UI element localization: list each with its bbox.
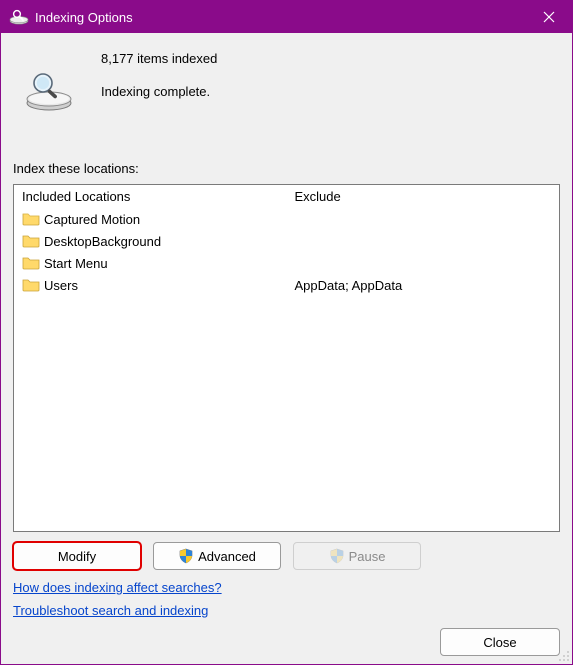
folder-icon	[22, 211, 40, 227]
folder-icon	[22, 277, 40, 293]
indexed-count: 8,177 items indexed	[101, 51, 217, 66]
status-icon	[13, 45, 85, 117]
exclude-cell: AppData; AppData	[295, 274, 552, 296]
shield-icon	[178, 548, 194, 564]
header-included[interactable]: Included Locations	[14, 185, 287, 208]
shield-icon	[329, 548, 345, 564]
exclude-cell	[295, 208, 552, 230]
indexing-options-icon	[9, 9, 29, 25]
list-item-label: Users	[44, 278, 78, 293]
status-area: 8,177 items indexed Indexing complete.	[13, 45, 560, 117]
list-item-label: Captured Motion	[44, 212, 140, 227]
list-headers: Included Locations Exclude	[14, 185, 559, 208]
list-item[interactable]: DesktopBackground	[22, 230, 279, 252]
titlebar: Indexing Options	[1, 1, 572, 33]
help-link-troubleshoot[interactable]: Troubleshoot search and indexing	[13, 603, 208, 618]
client-area: 8,177 items indexed Indexing complete. I…	[1, 33, 572, 664]
window: Indexing Options 8,177 items ind	[0, 0, 573, 665]
list-item[interactable]: Captured Motion	[22, 208, 279, 230]
locations-label: Index these locations:	[13, 161, 560, 176]
list-item-label: Start Menu	[44, 256, 108, 271]
pause-button: Pause	[293, 542, 421, 570]
help-links: How does indexing affect searches? Troub…	[13, 580, 560, 626]
advanced-button[interactable]: Advanced	[153, 542, 281, 570]
help-link-indexing[interactable]: How does indexing affect searches?	[13, 580, 222, 595]
exclude-cell	[295, 230, 552, 252]
header-exclude[interactable]: Exclude	[287, 185, 560, 208]
folder-icon	[22, 233, 40, 249]
locations-listbox[interactable]: Included Locations Exclude Captured Moti…	[13, 184, 560, 532]
list-item[interactable]: Users	[22, 274, 279, 296]
close-button[interactable]: Close	[440, 628, 560, 656]
resize-grip[interactable]	[558, 650, 570, 662]
close-window-button[interactable]	[526, 1, 572, 33]
indexing-state: Indexing complete.	[101, 84, 217, 99]
button-row: Modify Advanced	[13, 542, 560, 570]
list-item-label: DesktopBackground	[44, 234, 161, 249]
magnifier-drive-icon	[24, 68, 74, 112]
exclude-cell	[295, 252, 552, 274]
modify-button[interactable]: Modify	[13, 542, 141, 570]
close-icon	[543, 11, 555, 23]
folder-icon	[22, 255, 40, 271]
window-title: Indexing Options	[35, 10, 526, 25]
list-item[interactable]: Start Menu	[22, 252, 279, 274]
